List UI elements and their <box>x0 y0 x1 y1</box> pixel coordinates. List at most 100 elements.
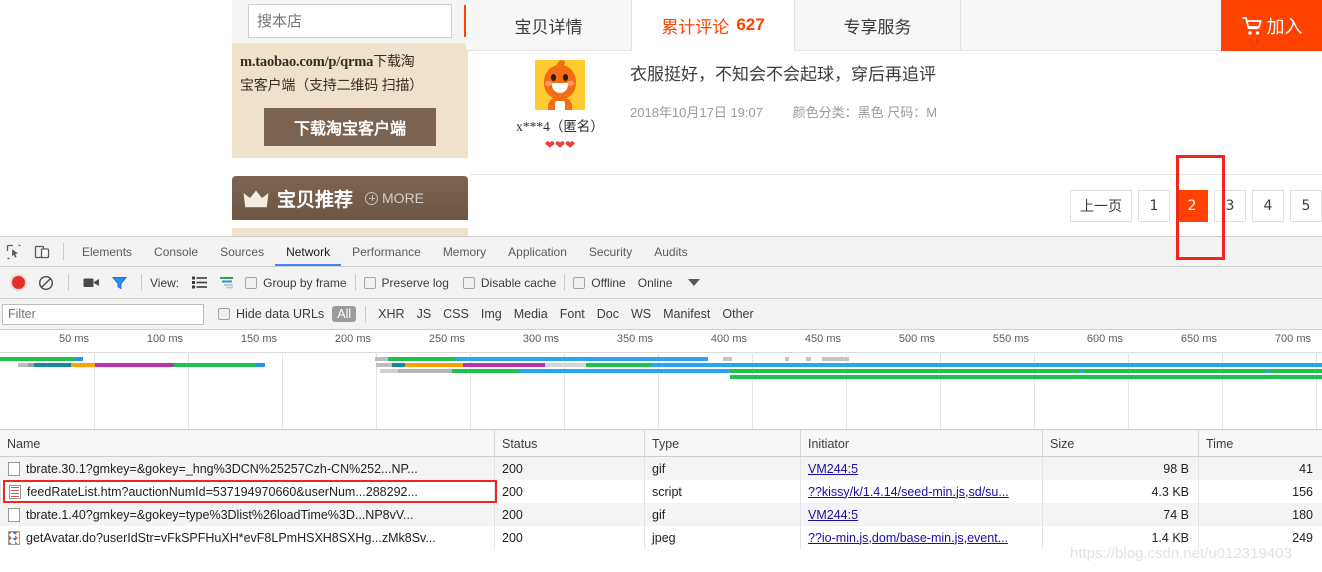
pagination-prev[interactable]: 上一页 <box>1070 190 1132 222</box>
shop-search-input[interactable] <box>249 5 464 37</box>
table-header-row: Name Status Type Initiator Size Time <box>0 430 1322 457</box>
filter-type-font[interactable]: Font <box>555 306 590 322</box>
timeline-tick-500: 500 ms <box>898 333 935 345</box>
filter-type-xhr[interactable]: XHR <box>373 306 409 322</box>
request-initiator-link[interactable]: ??kissy/k/1.4.14/seed-min.js,sd/su... <box>808 485 1009 499</box>
offline-checkbox[interactable]: Offline <box>573 275 626 290</box>
inspect-element-icon[interactable] <box>0 238 28 266</box>
record-button-icon[interactable] <box>4 269 32 297</box>
camera-icon[interactable] <box>77 269 105 297</box>
promo-line1-rest: 下载淘 <box>373 53 415 69</box>
pagination-page-3[interactable]: 3 <box>1214 190 1246 222</box>
funnel-icon[interactable] <box>105 269 133 297</box>
recommend-title: 宝贝推荐 <box>277 188 354 211</box>
filter-input[interactable] <box>2 303 204 325</box>
timeline-tick-350: 350 ms <box>616 333 653 345</box>
filter-type-other[interactable]: Other <box>717 306 758 322</box>
column-header-status[interactable]: Status <box>494 430 644 457</box>
tab-security[interactable]: Security <box>578 237 643 266</box>
tab-elements[interactable]: Elements <box>71 237 143 266</box>
request-status: 200 <box>494 457 644 480</box>
pagination-page-1[interactable]: 1 <box>1138 190 1170 222</box>
filter-divider <box>365 305 367 323</box>
timeline-tick-600: 600 ms <box>1086 333 1123 345</box>
table-row[interactable]: feedRateList.htm?auctionNumId=5371949706… <box>0 480 1322 503</box>
tab-reviews[interactable]: 累计评论 627 <box>632 0 795 51</box>
tab-product-detail[interactable]: 宝贝详情 <box>466 0 632 51</box>
hide-data-urls-checkbox[interactable]: Hide data URLs <box>218 307 324 321</box>
pagination: 上一页 1 2 3 4 5 <box>1070 190 1322 222</box>
request-initiator-link[interactable]: ??io-min.js,dom/base-min.js,event... <box>808 531 1008 545</box>
column-header-time[interactable]: Time <box>1198 430 1322 457</box>
filter-type-img[interactable]: Img <box>476 306 507 322</box>
timeline-tick-150: 150 ms <box>240 333 277 345</box>
column-header-size[interactable]: Size <box>1042 430 1198 457</box>
filter-type-js[interactable]: JS <box>412 306 437 322</box>
column-header-name[interactable]: Name <box>0 430 494 457</box>
clear-icon[interactable] <box>32 269 60 297</box>
request-name: feedRateList.htm?auctionNumId=5371949706… <box>27 484 418 499</box>
chevron-down-icon[interactable] <box>688 279 701 286</box>
request-initiator[interactable]: ??io-min.js,dom/base-min.js,event... <box>800 526 1042 549</box>
tab-performance[interactable]: Performance <box>341 237 432 266</box>
table-row[interactable]: tbrate.30.1?gmkey=&gokey=_hng%3DCN%25257… <box>0 457 1322 480</box>
group-by-frame-label: Group by frame <box>263 275 347 290</box>
filter-type-media[interactable]: Media <box>509 306 553 322</box>
throttling-value[interactable]: Online <box>638 276 673 290</box>
tab-exclusive-service-label: 专享服务 <box>843 18 912 38</box>
download-app-button[interactable]: 下载淘宝客户端 <box>264 108 436 146</box>
review-author: x***4（匿名） ❤❤❤ <box>500 60 620 152</box>
disable-cache-checkbox[interactable]: Disable cache <box>462 276 556 290</box>
request-initiator[interactable]: ??kissy/k/1.4.14/seed-min.js,sd/su... <box>800 480 1042 503</box>
filter-type-doc[interactable]: Doc <box>592 306 624 322</box>
preserve-log-checkbox[interactable]: Preserve log <box>363 276 449 290</box>
request-name-cell[interactable]: tbrate.1.40?gmkey=&gokey=type%3Dlist%26l… <box>0 503 494 526</box>
tab-sources[interactable]: Sources <box>209 237 275 266</box>
review-meta: 2018年10月17日 19:07 颜色分类：黑色 尺码：M <box>630 102 1312 121</box>
network-toolbar: View: Group by frame Preserve log Disabl… <box>0 267 1322 299</box>
request-time: 41 <box>1198 457 1322 480</box>
timeline-tick-650: 650 ms <box>1180 333 1217 345</box>
network-overview-timeline[interactable]: 50 ms 100 ms 150 ms 200 ms 250 ms 300 ms… <box>0 330 1322 430</box>
request-name-cell[interactable]: tbrate.30.1?gmkey=&gokey=_hng%3DCN%25257… <box>0 457 494 480</box>
request-initiator[interactable]: VM244:5 <box>800 457 1042 480</box>
tab-application[interactable]: Application <box>497 237 578 266</box>
offline-label: Offline <box>591 275 626 290</box>
group-by-frame-checkbox[interactable]: Group by frame <box>245 275 347 290</box>
recommend-more-link[interactable]: MORE <box>365 190 424 206</box>
promo-text: m.taobao.com/p/qrma下载淘 宝客户端（支持二维码 扫描） <box>240 50 460 98</box>
add-to-cart-button[interactable]: 加入 <box>1221 0 1322 51</box>
request-initiator-link[interactable]: VM244:5 <box>808 462 858 476</box>
tab-memory[interactable]: Memory <box>432 237 497 266</box>
filter-type-manifest[interactable]: Manifest <box>658 306 715 322</box>
table-row[interactable]: tbrate.1.40?gmkey=&gokey=type%3Dlist%26l… <box>0 503 1322 526</box>
pagination-page-4[interactable]: 4 <box>1252 190 1284 222</box>
shop-search-box[interactable] <box>248 4 483 38</box>
request-name: getAvatar.do?userIdStr=vFkSPFHuXH*evF8LP… <box>26 530 436 545</box>
filter-type-all[interactable]: All <box>332 306 357 322</box>
filter-type-ws[interactable]: WS <box>626 306 656 322</box>
column-header-type[interactable]: Type <box>644 430 800 457</box>
request-initiator-link[interactable]: VM244:5 <box>808 508 858 522</box>
pagination-page-5[interactable]: 5 <box>1290 190 1322 222</box>
request-initiator[interactable]: VM244:5 <box>800 503 1042 526</box>
review-item: x***4（匿名） ❤❤❤ 衣服挺好，不知会不会起球，穿后再追评 2018年10… <box>470 52 1322 174</box>
pagination-page-2[interactable]: 2 <box>1176 190 1208 222</box>
tab-console[interactable]: Console <box>143 237 209 266</box>
request-name-cell[interactable]: getAvatar.do?userIdStr=vFkSPFHuXH*evF8LP… <box>0 526 494 549</box>
waterfall-view-icon[interactable] <box>213 269 241 297</box>
column-header-initiator[interactable]: Initiator <box>800 430 1042 457</box>
review-content: 衣服挺好，不知会不会起球，穿后再追评 2018年10月17日 19:07 颜色分… <box>630 60 1312 121</box>
request-name: tbrate.30.1?gmkey=&gokey=_hng%3DCN%25257… <box>26 461 418 476</box>
tab-exclusive-service[interactable]: 专享服务 <box>795 0 961 51</box>
view-label: View: <box>150 275 180 290</box>
toggle-device-toolbar-icon[interactable] <box>28 238 56 266</box>
tab-audits[interactable]: Audits <box>643 237 698 266</box>
request-name-cell[interactable]: feedRateList.htm?auctionNumId=5371949706… <box>0 480 494 503</box>
list-view-icon[interactable] <box>185 269 213 297</box>
timeline-tick-200: 200 ms <box>334 333 371 345</box>
checkbox-icon <box>462 276 475 289</box>
promo-line2: 宝客户端（支持二维码 扫描） <box>240 77 424 93</box>
tab-network[interactable]: Network <box>275 237 341 266</box>
filter-type-css[interactable]: CSS <box>438 306 474 322</box>
